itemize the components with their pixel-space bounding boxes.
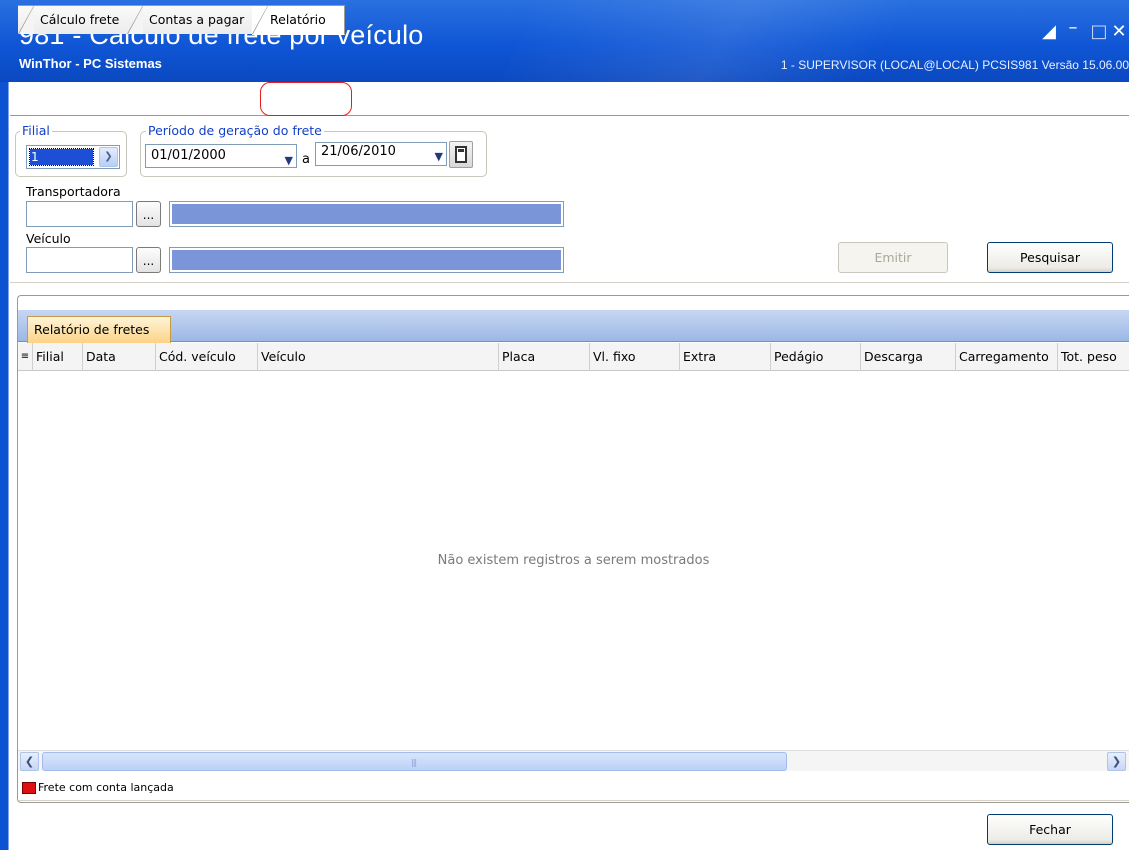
transportadora-label: Transportadora	[26, 184, 121, 199]
scroll-left-icon[interactable]: ❮	[20, 752, 39, 771]
grid-tab-relatorio-de-fretes[interactable]: Relatório de fretes	[27, 316, 171, 343]
veiculo-browse-button[interactable]: ...	[136, 247, 161, 273]
session-info: 1 - SUPERVISOR (LOCAL@LOCAL) PCSIS981 Ve…	[780, 58, 1129, 72]
tab-label: Relatório	[270, 12, 326, 27]
filial-label: Filial	[20, 123, 52, 138]
highlight-annotation	[260, 82, 352, 116]
veiculo-label: Veículo	[26, 231, 71, 246]
horizontal-scrollbar[interactable]: ❮ ||| ❯	[18, 750, 1129, 771]
column-extra[interactable]: Extra	[679, 343, 770, 371]
date-separator: a	[302, 152, 310, 167]
transportadora-browse-button[interactable]: ...	[136, 201, 161, 227]
legend-color-swatch	[22, 782, 36, 794]
column-placa[interactable]: Placa	[498, 343, 589, 371]
fechar-button[interactable]: Fechar	[987, 814, 1113, 845]
date-from-field[interactable]: 01/01/2000 ▼	[145, 144, 297, 168]
dropdown-arrow-icon[interactable]: ▼	[285, 150, 293, 172]
report-grid	[17, 295, 1129, 803]
column-menu-icon[interactable]: ≡	[18, 343, 32, 371]
footer-divider	[18, 800, 1129, 801]
grid-header: ≡ Filial Data Cód. veículo Veículo Placa…	[18, 343, 1129, 371]
tab-relatorio[interactable]: Relatório	[252, 5, 345, 35]
legend-text: Frete com conta lançada	[38, 781, 174, 794]
column-cod-veiculo[interactable]: Cód. veículo	[155, 343, 257, 371]
column-descarga[interactable]: Descarga	[860, 343, 955, 371]
filial-value: 1	[29, 148, 94, 166]
window-subtitle: WinThor - PC Sistemas	[19, 56, 162, 71]
emitir-button[interactable]: Emitir	[838, 242, 948, 273]
date-to-value: 21/06/2010	[321, 144, 396, 159]
filial-select[interactable]: 1 ❯	[26, 145, 120, 169]
chevron-down-icon[interactable]: ❯	[99, 147, 118, 167]
empty-grid-message: Não existem registros a serem mostrados	[437, 553, 710, 568]
window-left-border	[0, 82, 9, 850]
column-carregamento[interactable]: Carregamento	[955, 343, 1057, 371]
maximize-icon[interactable]: □	[1088, 22, 1110, 42]
scrollbar-thumb[interactable]: |||	[42, 752, 787, 771]
column-veiculo[interactable]: Veículo	[257, 343, 498, 371]
tab-label: Cálculo frete	[40, 12, 120, 27]
date-to-field[interactable]: 21/06/2010 ▼	[315, 142, 447, 166]
tab-label: Contas a pagar	[149, 12, 245, 27]
transportadora-description	[169, 201, 564, 227]
scroll-right-icon[interactable]: ❯	[1107, 752, 1126, 771]
grid-tab-bar	[18, 310, 1129, 342]
column-filial[interactable]: Filial	[32, 343, 84, 371]
column-vl-fixo[interactable]: Vl. fixo	[589, 343, 679, 371]
tab-calculo-frete[interactable]: Cálculo frete	[18, 5, 141, 34]
veiculo-code-input[interactable]	[26, 247, 133, 273]
panel-divider	[10, 282, 1129, 283]
veiculo-description	[169, 247, 564, 273]
minimize-icon[interactable]: –	[1062, 18, 1084, 38]
calendar-icon[interactable]	[449, 141, 473, 168]
restore-icon[interactable]: ◢	[1038, 22, 1060, 42]
transportadora-code-input[interactable]	[26, 201, 133, 227]
date-from-value: 01/01/2000	[151, 148, 226, 163]
pesquisar-button[interactable]: Pesquisar	[987, 242, 1113, 273]
tab-contas-a-pagar[interactable]: Contas a pagar	[127, 5, 259, 34]
column-tot-peso[interactable]: Tot. peso	[1057, 343, 1129, 371]
periodo-label: Período de geração do frete	[146, 123, 324, 138]
column-pedagio[interactable]: Pedágio	[770, 343, 860, 371]
column-data[interactable]: Data	[82, 343, 155, 371]
close-icon[interactable]: ✕	[1108, 22, 1129, 42]
dropdown-arrow-icon[interactable]: ▼	[435, 148, 443, 166]
tab-strip	[10, 82, 1129, 116]
